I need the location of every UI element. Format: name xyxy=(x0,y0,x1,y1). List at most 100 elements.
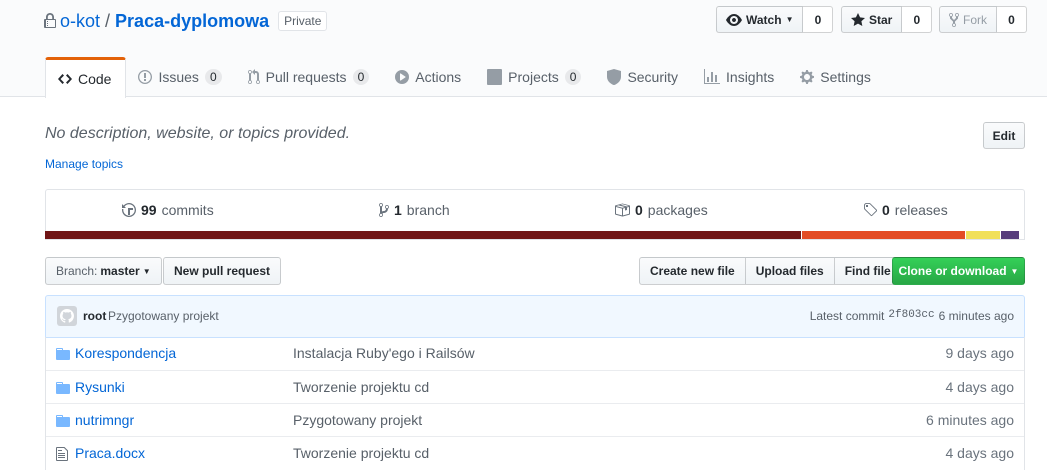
issues-counter: 0 xyxy=(204,69,222,85)
branch-select-prefix: Branch: xyxy=(56,264,98,278)
gear-icon xyxy=(800,70,815,84)
branch-count: 1 xyxy=(394,202,402,218)
language-bar-segment[interactable] xyxy=(1000,231,1020,239)
packages-link[interactable]: 0 packages xyxy=(614,202,708,218)
tab-actions-label: Actions xyxy=(415,69,462,85)
tab-settings-label: Settings xyxy=(820,69,871,85)
fork-icon xyxy=(949,12,959,27)
pull-requests-counter: 0 xyxy=(352,69,370,85)
latest-commit-bar: root Pzygotowany projekt Latest commit 2… xyxy=(45,295,1025,338)
latest-commit-info: Latest commit 2f803cc 6 minutes ago xyxy=(810,309,1014,323)
file-row: Rysunki Tworzenie projektu cd 4 days ago xyxy=(46,370,1024,403)
caret-down-icon: ▼ xyxy=(1010,266,1019,276)
file-commit-message-link[interactable]: Tworzenie projektu cd xyxy=(293,379,429,395)
repo-name-link[interactable]: Praca-dyplomowa xyxy=(115,11,269,32)
code-icon xyxy=(58,74,72,84)
shield-icon xyxy=(607,69,622,85)
file-age: 6 minutes ago xyxy=(926,412,1014,428)
clone-or-download-button[interactable]: Clone or download ▼ xyxy=(892,257,1025,285)
lock-icon xyxy=(44,13,56,29)
package-icon xyxy=(615,203,630,217)
tab-projects[interactable]: Projects 0 xyxy=(475,57,595,97)
avatar[interactable] xyxy=(57,306,77,326)
new-pull-request-button[interactable]: New pull request xyxy=(163,257,282,285)
edit-description-button[interactable]: Edit xyxy=(983,122,1025,149)
commit-sha-link[interactable]: 2f803cc xyxy=(888,309,934,323)
releases-label: releases xyxy=(894,202,948,218)
language-bar-segment[interactable] xyxy=(45,231,802,239)
branch-label: branch xyxy=(406,202,450,218)
star-count[interactable]: 0 xyxy=(902,6,933,33)
repo-nav-tabs: Code Issues 0 Pull requests 0 Actions Pr… xyxy=(45,57,885,98)
file-name-link[interactable]: Rysunki xyxy=(75,379,125,395)
file-nav-group: Create new file Upload files Find file xyxy=(639,257,902,285)
folder-icon xyxy=(56,382,70,394)
commits-link[interactable]: 99 commits xyxy=(122,202,214,218)
tab-projects-label: Projects xyxy=(508,69,559,85)
private-badge: Private xyxy=(278,11,328,31)
tab-pull-requests-label: Pull requests xyxy=(265,69,347,85)
releases-link[interactable]: 0 releases xyxy=(863,202,948,218)
tab-security[interactable]: Security xyxy=(595,57,692,97)
commits-label: commits xyxy=(161,202,214,218)
folder-icon xyxy=(56,415,70,427)
project-icon xyxy=(487,69,503,85)
file-name-link[interactable]: Praca.docx xyxy=(75,445,145,461)
watch-count[interactable]: 0 xyxy=(803,6,834,33)
branch-select-button[interactable]: Branch: master ▼ xyxy=(45,257,162,285)
latest-commit-label: Latest commit xyxy=(809,309,885,323)
repo-header: o-kot / Praca-dyplomowa Private Watch ▼ … xyxy=(0,0,1047,98)
fork-label: Fork xyxy=(963,12,987,27)
star-label: Star xyxy=(869,12,893,27)
packages-label: packages xyxy=(647,202,708,218)
create-new-file-button[interactable]: Create new file xyxy=(639,257,746,285)
file-row: Praca.docx Tworzenie projektu cd 4 days … xyxy=(46,436,1024,469)
file-name-link[interactable]: nutrimngr xyxy=(75,412,134,428)
pull-request-icon xyxy=(247,69,260,85)
issue-icon xyxy=(138,70,153,84)
releases-count: 0 xyxy=(882,202,890,218)
tab-pull-requests[interactable]: Pull requests 0 xyxy=(236,57,384,97)
branch-icon xyxy=(379,203,389,217)
repo-title: o-kot / Praca-dyplomowa Private xyxy=(44,9,328,33)
language-bar[interactable] xyxy=(45,231,1025,239)
star-button[interactable]: Star xyxy=(841,6,903,33)
commits-count: 99 xyxy=(141,202,157,218)
tab-code[interactable]: Code xyxy=(45,57,127,98)
upload-files-button[interactable]: Upload files xyxy=(744,257,835,285)
file-age: 4 days ago xyxy=(945,445,1015,461)
commit-author-link[interactable]: root xyxy=(83,309,106,323)
tab-insights[interactable]: Insights xyxy=(692,57,788,97)
fork-button[interactable]: Fork xyxy=(939,6,997,33)
watch-label: Watch xyxy=(746,12,782,27)
caret-down-icon: ▼ xyxy=(142,266,151,276)
folder-icon xyxy=(56,348,70,360)
file-commit-message-link[interactable]: Instalacja Ruby'ego i Railsów xyxy=(293,345,475,361)
commit-message-link[interactable]: Pzygotowany projekt xyxy=(108,309,219,323)
repo-separator: / xyxy=(105,10,111,31)
file-age: 4 days ago xyxy=(945,379,1015,395)
repo-owner-link[interactable]: o-kot xyxy=(60,11,100,32)
language-bar-segment[interactable] xyxy=(966,231,1000,239)
tab-insights-label: Insights xyxy=(726,69,775,85)
file-name-link[interactable]: Korespondencja xyxy=(75,345,176,361)
fork-count[interactable]: 0 xyxy=(997,6,1027,33)
branches-link[interactable]: 1 branch xyxy=(379,202,450,218)
file-row: nutrimngr Pzygotowany projekt 6 minutes … xyxy=(46,403,1024,436)
tab-actions[interactable]: Actions xyxy=(383,57,475,97)
watch-group: Watch ▼ 0 xyxy=(716,6,834,33)
tab-issues[interactable]: Issues 0 xyxy=(126,57,235,97)
language-bar-segment[interactable] xyxy=(802,231,966,239)
manage-topics-link[interactable]: Manage topics xyxy=(45,157,123,171)
tab-security-label: Security xyxy=(627,69,679,85)
file-commit-message-link[interactable]: Tworzenie projektu cd xyxy=(293,445,429,461)
repo-description: No description, website, or topics provi… xyxy=(45,125,351,142)
eye-icon xyxy=(726,13,742,26)
file-row: Korespondencja Instalacja Ruby'ego i Rai… xyxy=(46,337,1024,370)
fork-group: Fork 0 xyxy=(939,6,1027,33)
branch-select-value: master xyxy=(100,264,140,278)
watch-button[interactable]: Watch ▼ xyxy=(716,6,804,33)
clone-label: Clone or download xyxy=(898,264,1007,278)
tab-settings[interactable]: Settings xyxy=(788,57,885,97)
file-commit-message-link[interactable]: Pzygotowany projekt xyxy=(293,412,422,428)
